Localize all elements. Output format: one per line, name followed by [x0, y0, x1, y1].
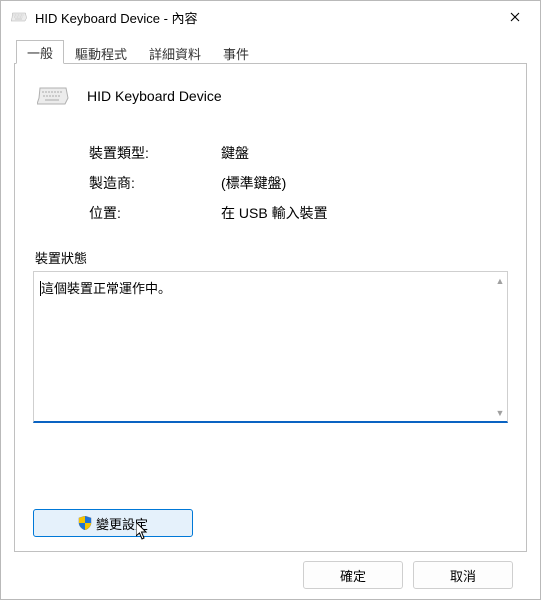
value-location: 在 USB 輸入裝置: [221, 203, 508, 223]
close-button[interactable]: [498, 3, 532, 31]
status-scrollbar[interactable]: ▲ ▼: [493, 274, 507, 420]
close-icon: [510, 12, 520, 22]
window-title: HID Keyboard Device - 內容: [35, 8, 498, 27]
device-info: 裝置類型: 鍵盤 製造商: (標準鍵盤) 位置: 在 USB 輸入裝置: [89, 138, 508, 228]
scroll-down-icon[interactable]: ▼: [493, 406, 507, 420]
tab-strip: 一般 驅動程式 詳細資料 事件: [16, 39, 527, 63]
device-status-group: 裝置狀態 這個裝置正常運作中。 ▲ ▼: [33, 248, 508, 423]
change-settings-button[interactable]: 變更設定: [33, 509, 193, 537]
tab-details[interactable]: 詳細資料: [138, 42, 212, 64]
device-header: HID Keyboard Device: [33, 86, 508, 106]
status-text: 這個裝置正常運作中。: [40, 281, 171, 296]
info-row-location: 位置: 在 USB 輸入裝置: [89, 198, 508, 228]
tab-driver[interactable]: 驅動程式: [64, 42, 138, 64]
status-box-wrap: 這個裝置正常運作中。 ▲ ▼: [33, 271, 508, 423]
tab-page-general: HID Keyboard Device 裝置類型: 鍵盤 製造商: (標準鍵盤)…: [14, 63, 527, 552]
tab-general[interactable]: 一般: [16, 40, 64, 64]
client-area: 一般 驅動程式 詳細資料 事件 HID Keyb: [1, 33, 540, 599]
tab-events[interactable]: 事件: [212, 42, 260, 64]
keyboard-icon: [33, 86, 73, 106]
properties-window: HID Keyboard Device - 內容 一般 驅動程式 詳細資料 事件: [0, 0, 541, 600]
change-settings-label: 變更設定: [96, 514, 148, 533]
value-manufacturer: (標準鍵盤): [221, 173, 508, 193]
label-manufacturer: 製造商:: [89, 173, 221, 193]
cancel-button[interactable]: 取消: [413, 561, 513, 589]
device-name: HID Keyboard Device: [87, 88, 222, 104]
label-location: 位置:: [89, 203, 221, 223]
scroll-up-icon[interactable]: ▲: [493, 274, 507, 288]
label-device-type: 裝置類型:: [89, 143, 221, 163]
info-row-manufacturer: 製造商: (標準鍵盤): [89, 168, 508, 198]
change-settings-row: 變更設定: [33, 509, 193, 537]
keyboard-icon: [11, 9, 27, 25]
uac-shield-icon: [78, 516, 92, 530]
value-device-type: 鍵盤: [221, 143, 508, 163]
status-textbox[interactable]: 這個裝置正常運作中。: [33, 271, 508, 423]
dialog-button-row: 確定 取消: [14, 552, 527, 589]
info-row-type: 裝置類型: 鍵盤: [89, 138, 508, 168]
titlebar: HID Keyboard Device - 內容: [1, 1, 540, 33]
status-group-label: 裝置狀態: [35, 248, 508, 267]
ok-button[interactable]: 確定: [303, 561, 403, 589]
